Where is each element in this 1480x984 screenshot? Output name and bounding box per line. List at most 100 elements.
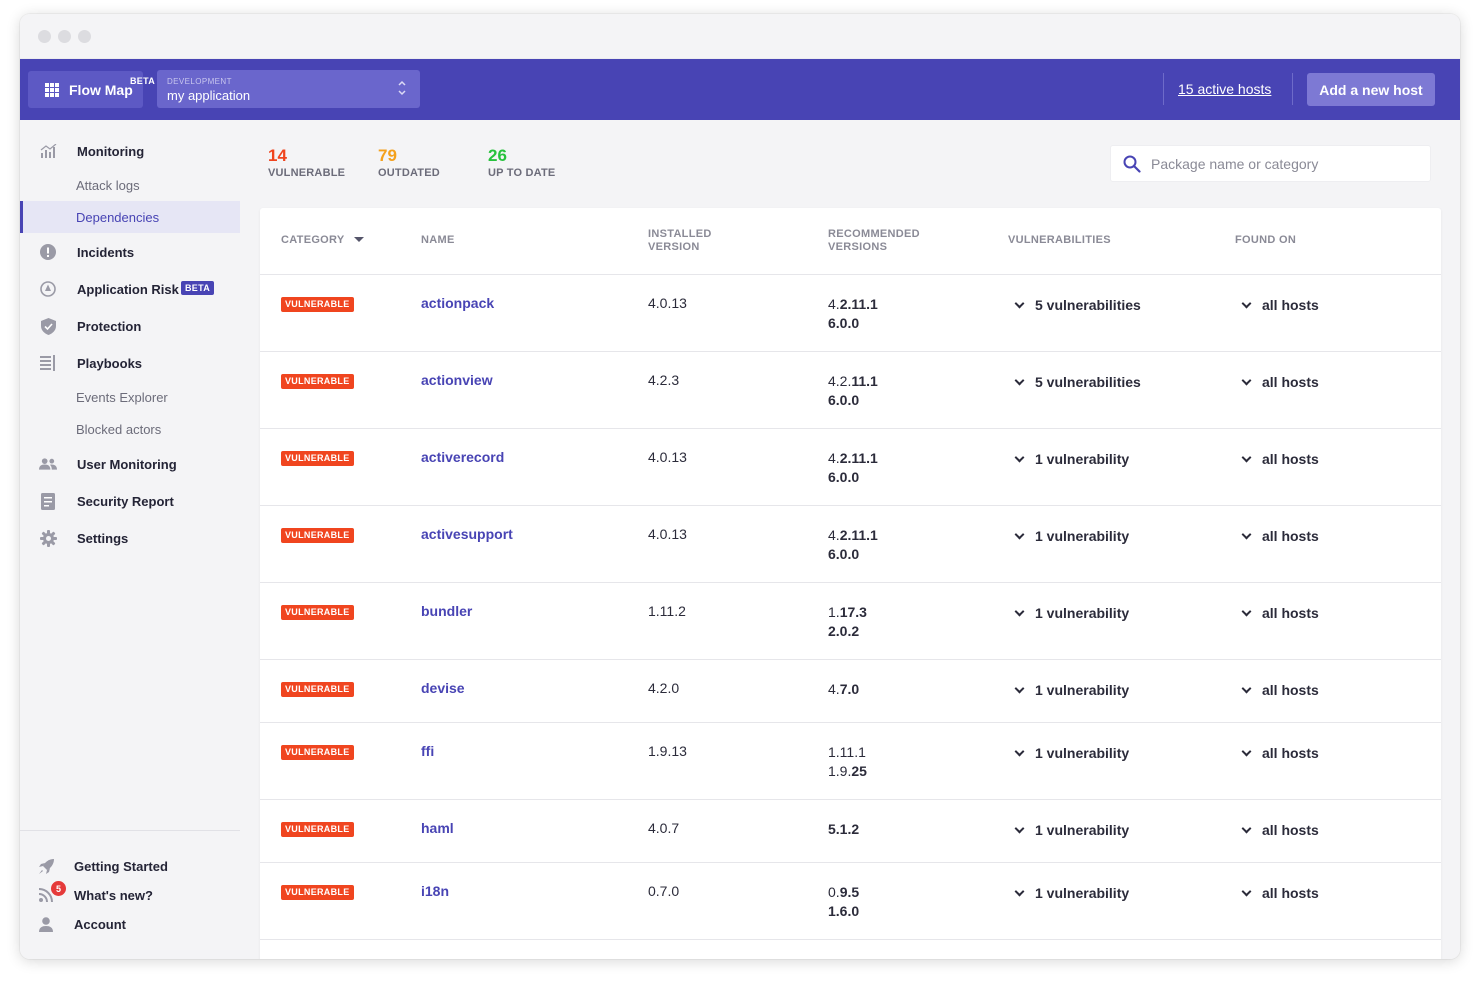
vulnerabilities-toggle[interactable]: 1 vulnerability	[1012, 682, 1129, 698]
package-name-link[interactable]: activerecord	[421, 449, 504, 465]
found-on-toggle[interactable]: all hosts	[1239, 745, 1319, 761]
vulnerabilities-toggle[interactable]: 5 vulnerabilities	[1012, 374, 1141, 390]
vulnerabilities-toggle[interactable]: 1 vulnerability	[1012, 822, 1129, 838]
window-minimize-dot[interactable]	[58, 30, 71, 43]
table-row[interactable]: VULNERABLE actionview 4.2.3 4.2.11.1 6.0…	[260, 352, 1441, 429]
chevron-down-icon	[1241, 683, 1252, 694]
table-row[interactable]: VULNERABLE actionpack 4.0.13 4.2.11.1 6.…	[260, 275, 1441, 352]
flow-map-button[interactable]: Flow Map BETA	[28, 71, 155, 108]
table-row[interactable]: VULNERABLE i18n 0.7.0 0.9.5 1.6.0 1 vuln…	[260, 863, 1441, 940]
found-on-toggle[interactable]: all hosts	[1239, 374, 1319, 390]
user-icon	[36, 915, 56, 933]
version-prefix: 1.11.1	[828, 744, 866, 760]
recommended-version: 1.11.1	[828, 743, 867, 762]
package-search[interactable]	[1110, 145, 1431, 182]
vulnerable-badge: VULNERABLE	[281, 451, 354, 466]
app-window: Flow Map BETA DEVELOPMENT my application…	[20, 14, 1460, 959]
table-row[interactable]: VULNERABLE activesupport 4.0.13 4.2.11.1…	[260, 506, 1441, 583]
chevron-down-icon	[1241, 529, 1252, 540]
recommended-version: 1.17.3	[828, 603, 867, 622]
window-titlebar	[20, 14, 1460, 59]
main-content: 14 VULNERABLE 79 OUTDATED 26 UP TO DATE …	[240, 120, 1460, 959]
sidebar-item-events-explorer[interactable]: Events Explorer	[20, 381, 240, 413]
chevron-down-icon	[1241, 298, 1252, 309]
table-row[interactable]: VULNERABLE ffi 1.9.13 1.11.1 1.9.25 1 vu…	[260, 723, 1441, 800]
name-header: NAME	[421, 234, 455, 246]
found-on-label: all hosts	[1262, 605, 1319, 621]
sidebar-item-label: Playbooks	[77, 356, 143, 371]
installed-version: 4.2.3	[648, 372, 680, 388]
sidebar-item-application-risk[interactable]: Application Risk BETA	[20, 274, 240, 304]
sidebar-item-incidents[interactable]: Incidents	[20, 237, 240, 267]
package-name-link[interactable]: devise	[421, 680, 465, 696]
found-on-toggle[interactable]: all hosts	[1239, 682, 1319, 698]
search-input[interactable]	[1151, 154, 1411, 174]
installed-version: 4.0.13	[648, 526, 687, 542]
package-name-link[interactable]: bundler	[421, 603, 472, 619]
found-on-toggle[interactable]: all hosts	[1239, 605, 1319, 621]
chevron-down-icon	[1014, 823, 1025, 834]
chevron-down-icon	[1014, 375, 1025, 386]
window-close-dot[interactable]	[38, 30, 51, 43]
vulnerabilities-toggle[interactable]: 1 vulnerability	[1012, 605, 1129, 621]
recommended-versions: 4.7.0	[828, 680, 859, 699]
sidebar-item-protection[interactable]: Protection	[20, 311, 240, 341]
getting-started-link[interactable]: Getting Started	[20, 854, 240, 878]
sidebar-divider	[20, 830, 240, 831]
divider	[1292, 73, 1293, 105]
package-name-link[interactable]: actionview	[421, 372, 493, 388]
outdated-stat[interactable]: 79 OUTDATED	[378, 146, 440, 179]
sidebar-item-user-monitoring[interactable]: User Monitoring	[20, 449, 240, 479]
window-zoom-dot[interactable]	[78, 30, 91, 43]
found-on-toggle[interactable]: all hosts	[1239, 451, 1319, 467]
recommended-version: 1.6.0	[828, 902, 859, 921]
chevron-down-icon	[1014, 298, 1025, 309]
found-on-header: FOUND ON	[1235, 234, 1297, 246]
recommended-versions: 1.17.3 2.0.2	[828, 603, 867, 641]
table-row[interactable]: VULNERABLE devise 4.2.0 4.7.0 1 vulnerab…	[260, 660, 1441, 723]
table-row[interactable]: VULNERABLE bundler 1.11.2 1.17.3 2.0.2 1…	[260, 583, 1441, 660]
version-change: 5.1.2	[828, 821, 860, 837]
sidebar-item-settings[interactable]: Settings	[20, 523, 240, 553]
application-selector[interactable]: DEVELOPMENT my application	[157, 70, 420, 108]
found-on-toggle[interactable]: all hosts	[1239, 885, 1319, 901]
add-new-host-button[interactable]: Add a new host	[1307, 73, 1435, 106]
vulnerabilities-label: 1 vulnerability	[1035, 451, 1130, 467]
vulnerabilities-toggle[interactable]: 1 vulnerability	[1012, 528, 1129, 544]
found-on-toggle[interactable]: all hosts	[1239, 528, 1319, 544]
vulnerabilities-label: 1 vulnerability	[1035, 605, 1130, 621]
vulnerable-stat[interactable]: 14 VULNERABLE	[268, 146, 345, 179]
vulnerabilities-toggle[interactable]: 1 vulnerability	[1012, 451, 1129, 467]
vulnerabilities-toggle[interactable]: 1 vulnerability	[1012, 745, 1129, 761]
package-name-link[interactable]: activesupport	[421, 526, 513, 542]
chevron-down-icon	[1241, 452, 1252, 463]
sidebar-item-attack-logs[interactable]: Attack logs	[20, 169, 240, 201]
sidebar-item-monitoring[interactable]: Monitoring	[20, 136, 240, 166]
found-on-label: all hosts	[1262, 451, 1319, 467]
found-on-toggle[interactable]: all hosts	[1239, 822, 1319, 838]
installed-version: 4.0.7	[648, 820, 680, 836]
sidebar-item-dependencies[interactable]: Dependencies	[20, 201, 240, 233]
sidebar-item-blocked-actors[interactable]: Blocked actors	[20, 413, 240, 445]
package-name-link[interactable]: i18n	[421, 883, 449, 899]
found-on-toggle[interactable]: all hosts	[1239, 297, 1319, 313]
package-name-link[interactable]: ffi	[421, 743, 434, 759]
table-row[interactable]: VULNERABLE activerecord 4.0.13 4.2.11.1 …	[260, 429, 1441, 506]
package-name-link[interactable]: actionpack	[421, 295, 494, 311]
sidebar-item-playbooks[interactable]: Playbooks	[20, 348, 240, 378]
whats-new-link[interactable]: 5 What's new?	[20, 881, 240, 907]
vulnerabilities-toggle[interactable]: 1 vulnerability	[1012, 885, 1129, 901]
table-row[interactable]: VULNERABLE haml 4.0.7 5.1.2 1 vulnerabil…	[260, 800, 1441, 863]
category-header[interactable]: CATEGORY	[281, 234, 364, 247]
found-on-label: all hosts	[1262, 822, 1319, 838]
sidebar-item-label: Events Explorer	[76, 390, 168, 405]
installed-version: 1.9.13	[648, 743, 687, 759]
recommended-version: 6.0.0	[828, 391, 878, 410]
sidebar-item-security-report[interactable]: Security Report	[20, 486, 240, 516]
up-to-date-stat[interactable]: 26 UP TO DATE	[488, 146, 555, 179]
vulnerable-label: VULNERABLE	[268, 167, 346, 179]
active-hosts-link[interactable]: 15 active hosts	[1178, 81, 1271, 97]
vulnerabilities-toggle[interactable]: 5 vulnerabilities	[1012, 297, 1141, 313]
package-name-link[interactable]: haml	[421, 820, 454, 836]
account-link[interactable]: Account	[20, 912, 240, 936]
